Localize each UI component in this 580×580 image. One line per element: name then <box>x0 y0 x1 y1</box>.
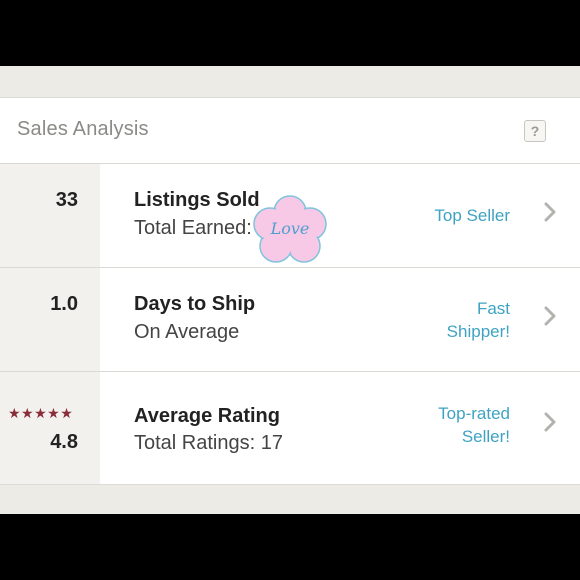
page-title: Sales Analysis <box>17 118 149 140</box>
panel-header: Sales Analysis ? <box>0 98 580 164</box>
listings-sold-value: 33 <box>55 189 78 211</box>
chevron-right-icon[interactable] <box>544 306 556 326</box>
sales-analysis-panel: Sales Analysis ? 33 Listings Sold Total … <box>0 97 580 485</box>
average-rating-value: 4.8 <box>50 431 78 453</box>
chevron-right-icon[interactable] <box>544 202 556 222</box>
row-title: Average Rating <box>134 405 280 427</box>
average-rating-row[interactable]: ★★★★★ 4.8 Average Rating Total Ratings: … <box>0 372 580 484</box>
chevron-right-icon[interactable] <box>544 412 556 432</box>
row-subtitle: On Average <box>134 321 240 343</box>
sticker-text: Love <box>270 219 310 238</box>
top-rated-badge: Top-rated Seller! <box>438 402 510 448</box>
badge-line: Shipper! <box>446 322 510 341</box>
help-icon[interactable]: ? <box>524 120 546 142</box>
fast-shipper-badge: Fast Shipper! <box>447 297 510 343</box>
star-rating-icon: ★★★★★ <box>8 405 74 421</box>
row-subtitle: Total Earned: <box>134 217 252 239</box>
flower-sticker-icon: Love <box>253 195 327 263</box>
top-seller-badge: Top Seller <box>434 206 510 225</box>
app-screen: Sales Analysis ? 33 Listings Sold Total … <box>0 66 580 514</box>
days-to-ship-row[interactable]: 1.0 Days to Ship On Average Fast Shipper… <box>0 268 580 372</box>
row-title: Listings Sold <box>134 189 260 211</box>
stat-column: 1.0 <box>0 268 100 371</box>
row-subtitle: Total Ratings: 17 <box>134 432 283 454</box>
badge-line: Seller! <box>461 427 510 446</box>
stat-column: ★★★★★ 4.8 <box>0 372 100 484</box>
badge-line: Top-rated <box>438 404 510 423</box>
days-to-ship-value: 1.0 <box>50 293 78 315</box>
row-title: Days to Ship <box>134 293 256 315</box>
badge-line: Fast <box>476 299 510 318</box>
stat-column: 33 <box>0 164 100 267</box>
